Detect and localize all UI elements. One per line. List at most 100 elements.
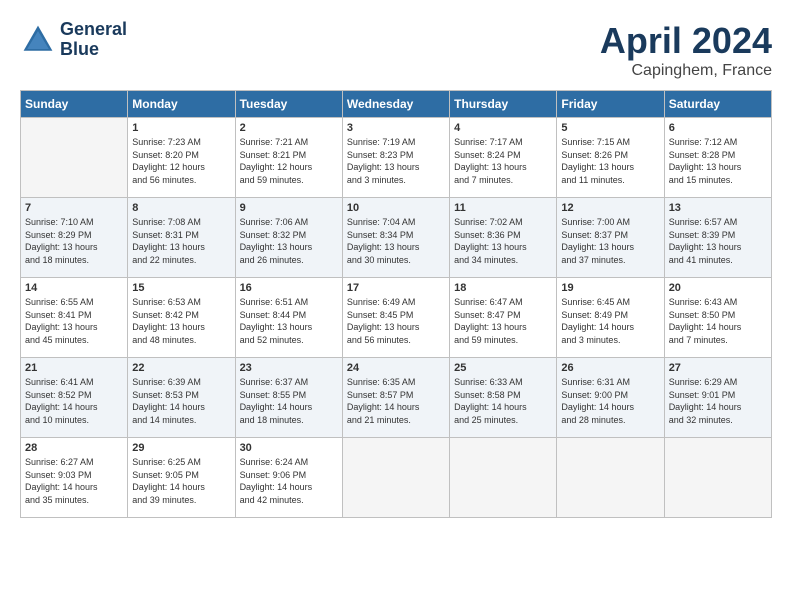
week-row-1: 1 Sunrise: 7:23 AM Sunset: 8:20 PM Daylig…	[21, 118, 772, 198]
week-row-2: 7 Sunrise: 7:10 AM Sunset: 8:29 PM Daylig…	[21, 198, 772, 278]
day-number: 11	[454, 202, 552, 214]
day-info: Sunrise: 7:00 AM Sunset: 8:37 PM Dayligh…	[561, 216, 659, 266]
day-info: Sunrise: 7:08 AM Sunset: 8:31 PM Dayligh…	[132, 216, 230, 266]
day-number: 18	[454, 282, 552, 294]
day-number: 19	[561, 282, 659, 294]
day-number: 10	[347, 202, 445, 214]
week-row-3: 14 Sunrise: 6:55 AM Sunset: 8:41 PM Dayli…	[21, 278, 772, 358]
week-row-4: 21Sunrise: 6:41 AM Sunset: 8:52 PM Dayli…	[21, 358, 772, 438]
calendar-cell: 25Sunrise: 6:33 AM Sunset: 8:58 PM Dayli…	[450, 358, 557, 438]
day-number: 28	[25, 442, 123, 454]
calendar-cell	[21, 118, 128, 198]
header: General Blue April 2024 Capinghem, Franc…	[20, 20, 772, 80]
day-info: Sunrise: 7:10 AM Sunset: 8:29 PM Dayligh…	[25, 216, 123, 266]
day-number: 9	[240, 202, 338, 214]
day-number: 23	[240, 362, 338, 374]
day-info: Sunrise: 7:23 AM Sunset: 8:20 PM Dayligh…	[132, 136, 230, 186]
calendar-cell	[664, 438, 771, 518]
calendar-cell	[450, 438, 557, 518]
day-info: Sunrise: 7:15 AM Sunset: 8:26 PM Dayligh…	[561, 136, 659, 186]
day-info: Sunrise: 6:35 AM Sunset: 8:57 PM Dayligh…	[347, 376, 445, 426]
day-number: 13	[669, 202, 767, 214]
calendar-cell: 24 Sunrise: 6:35 AM Sunset: 8:57 PM Dayli…	[342, 358, 449, 438]
calendar-cell: 2Sunrise: 7:21 AM Sunset: 8:21 PM Daylig…	[235, 118, 342, 198]
day-number: 20	[669, 282, 767, 294]
calendar-cell: 8Sunrise: 7:08 AM Sunset: 8:31 PM Daylig…	[128, 198, 235, 278]
day-header-monday: Monday	[128, 91, 235, 118]
month-title: April 2024	[600, 20, 772, 62]
calendar-cell: 15 Sunrise: 6:53 AM Sunset: 8:42 PM Dayli…	[128, 278, 235, 358]
calendar-cell: 29 Sunrise: 6:25 AM Sunset: 9:05 PM Dayli…	[128, 438, 235, 518]
day-info: Sunrise: 6:29 AM Sunset: 9:01 PM Dayligh…	[669, 376, 767, 426]
calendar-cell: 3Sunrise: 7:19 AM Sunset: 8:23 PM Daylig…	[342, 118, 449, 198]
calendar-cell: 23 Sunrise: 6:37 AM Sunset: 8:55 PM Dayli…	[235, 358, 342, 438]
calendar-cell	[557, 438, 664, 518]
calendar-cell: 1 Sunrise: 7:23 AM Sunset: 8:20 PM Daylig…	[128, 118, 235, 198]
day-number: 27	[669, 362, 767, 374]
calendar-cell: 17 Sunrise: 6:49 AM Sunset: 8:45 PM Dayli…	[342, 278, 449, 358]
logo: General Blue	[20, 20, 127, 60]
day-number: 24	[347, 362, 445, 374]
day-info: Sunrise: 6:39 AM Sunset: 8:53 PM Dayligh…	[132, 376, 230, 426]
day-number: 4	[454, 122, 552, 134]
day-number: 6	[669, 122, 767, 134]
day-number: 3	[347, 122, 445, 134]
calendar-cell: 12Sunrise: 7:00 AM Sunset: 8:37 PM Dayli…	[557, 198, 664, 278]
calendar-cell: 28Sunrise: 6:27 AM Sunset: 9:03 PM Dayli…	[21, 438, 128, 518]
calendar-cell: 14 Sunrise: 6:55 AM Sunset: 8:41 PM Dayli…	[21, 278, 128, 358]
day-number: 29	[132, 442, 230, 454]
day-info: Sunrise: 6:25 AM Sunset: 9:05 PM Dayligh…	[132, 456, 230, 506]
location-subtitle: Capinghem, France	[600, 62, 772, 80]
day-info: Sunrise: 6:51 AM Sunset: 8:44 PM Dayligh…	[240, 296, 338, 346]
day-info: Sunrise: 6:47 AM Sunset: 8:47 PM Dayligh…	[454, 296, 552, 346]
calendar-cell	[342, 438, 449, 518]
day-info: Sunrise: 7:21 AM Sunset: 8:21 PM Dayligh…	[240, 136, 338, 186]
day-header-saturday: Saturday	[664, 91, 771, 118]
day-header-sunday: Sunday	[21, 91, 128, 118]
calendar-cell: 10 Sunrise: 7:04 AM Sunset: 8:34 PM Dayli…	[342, 198, 449, 278]
title-area: April 2024 Capinghem, France	[600, 20, 772, 80]
calendar-header-row: SundayMondayTuesdayWednesdayThursdayFrid…	[21, 91, 772, 118]
calendar-cell: 6 Sunrise: 7:12 AM Sunset: 8:28 PM Daylig…	[664, 118, 771, 198]
day-info: Sunrise: 6:53 AM Sunset: 8:42 PM Dayligh…	[132, 296, 230, 346]
calendar-cell: 20Sunrise: 6:43 AM Sunset: 8:50 PM Dayli…	[664, 278, 771, 358]
day-number: 21	[25, 362, 123, 374]
day-info: Sunrise: 6:49 AM Sunset: 8:45 PM Dayligh…	[347, 296, 445, 346]
day-number: 14	[25, 282, 123, 294]
calendar-cell: 9 Sunrise: 7:06 AM Sunset: 8:32 PM Daylig…	[235, 198, 342, 278]
day-info: Sunrise: 7:02 AM Sunset: 8:36 PM Dayligh…	[454, 216, 552, 266]
calendar-table: SundayMondayTuesdayWednesdayThursdayFrid…	[20, 90, 772, 518]
day-number: 30	[240, 442, 338, 454]
day-info: Sunrise: 6:55 AM Sunset: 8:41 PM Dayligh…	[25, 296, 123, 346]
day-info: Sunrise: 7:17 AM Sunset: 8:24 PM Dayligh…	[454, 136, 552, 186]
calendar-body: 1 Sunrise: 7:23 AM Sunset: 8:20 PM Daylig…	[21, 118, 772, 518]
day-number: 15	[132, 282, 230, 294]
day-info: Sunrise: 6:45 AM Sunset: 8:49 PM Dayligh…	[561, 296, 659, 346]
day-info: Sunrise: 7:06 AM Sunset: 8:32 PM Dayligh…	[240, 216, 338, 266]
day-number: 1	[132, 122, 230, 134]
day-header-thursday: Thursday	[450, 91, 557, 118]
day-info: Sunrise: 7:12 AM Sunset: 8:28 PM Dayligh…	[669, 136, 767, 186]
day-info: Sunrise: 7:04 AM Sunset: 8:34 PM Dayligh…	[347, 216, 445, 266]
calendar-cell: 7 Sunrise: 7:10 AM Sunset: 8:29 PM Daylig…	[21, 198, 128, 278]
day-info: Sunrise: 6:31 AM Sunset: 9:00 PM Dayligh…	[561, 376, 659, 426]
calendar-cell: 26 Sunrise: 6:31 AM Sunset: 9:00 PM Dayli…	[557, 358, 664, 438]
day-number: 17	[347, 282, 445, 294]
day-header-wednesday: Wednesday	[342, 91, 449, 118]
day-info: Sunrise: 6:37 AM Sunset: 8:55 PM Dayligh…	[240, 376, 338, 426]
day-number: 16	[240, 282, 338, 294]
day-number: 26	[561, 362, 659, 374]
day-info: Sunrise: 6:24 AM Sunset: 9:06 PM Dayligh…	[240, 456, 338, 506]
calendar-cell: 19 Sunrise: 6:45 AM Sunset: 8:49 PM Dayli…	[557, 278, 664, 358]
day-header-friday: Friday	[557, 91, 664, 118]
day-info: Sunrise: 6:33 AM Sunset: 8:58 PM Dayligh…	[454, 376, 552, 426]
calendar-cell: 30 Sunrise: 6:24 AM Sunset: 9:06 PM Dayli…	[235, 438, 342, 518]
calendar-cell: 13 Sunrise: 6:57 AM Sunset: 8:39 PM Dayli…	[664, 198, 771, 278]
calendar-cell: 11 Sunrise: 7:02 AM Sunset: 8:36 PM Dayli…	[450, 198, 557, 278]
calendar-cell: 21Sunrise: 6:41 AM Sunset: 8:52 PM Dayli…	[21, 358, 128, 438]
day-header-tuesday: Tuesday	[235, 91, 342, 118]
day-number: 7	[25, 202, 123, 214]
day-info: Sunrise: 6:57 AM Sunset: 8:39 PM Dayligh…	[669, 216, 767, 266]
week-row-5: 28Sunrise: 6:27 AM Sunset: 9:03 PM Dayli…	[21, 438, 772, 518]
day-number: 5	[561, 122, 659, 134]
